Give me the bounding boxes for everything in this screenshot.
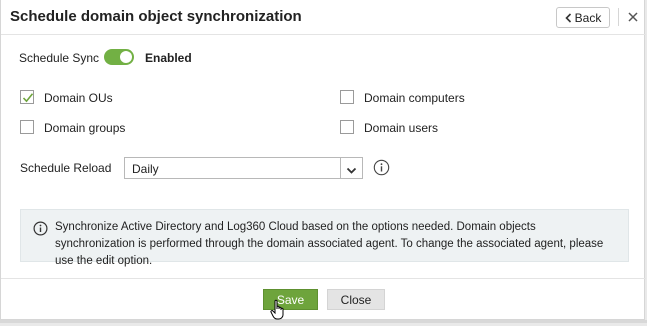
info-icon[interactable]	[373, 159, 390, 181]
save-button[interactable]: Save	[263, 289, 318, 310]
close-icon[interactable]	[625, 7, 641, 27]
toggle-knob	[120, 51, 132, 63]
info-note: Synchronize Active Directory and Log360 …	[20, 209, 629, 267]
domain-computers-checkbox[interactable]	[340, 90, 354, 104]
domain-users-label: Domain users	[364, 121, 439, 135]
schedule-reload-value: Daily	[132, 162, 159, 176]
domain-ous-checkbox[interactable]	[20, 90, 34, 104]
close-button[interactable]: Close	[327, 289, 385, 310]
dialog-title: Schedule domain object synchronization	[10, 8, 302, 25]
checkmark-icon	[22, 93, 34, 103]
info-note-text: Synchronize Active Directory and Log360 …	[55, 221, 604, 267]
domain-groups-label: Domain groups	[44, 121, 126, 135]
schedule-reload-select[interactable]: Daily	[124, 157, 363, 179]
schedule-sync-toggle[interactable]	[104, 49, 134, 65]
info-icon	[33, 221, 48, 241]
chevron-down-icon	[346, 163, 357, 181]
select-divider	[340, 158, 341, 178]
back-button[interactable]: Back	[556, 7, 610, 28]
footer-divider	[1, 278, 646, 279]
schedule-sync-dialog: Schedule domain object synchronization B…	[0, 0, 646, 320]
domain-users-checkbox[interactable]	[340, 120, 354, 134]
domain-ous-label: Domain OUs	[44, 91, 113, 105]
schedule-reload-label: Schedule Reload	[20, 161, 112, 175]
header-divider	[618, 8, 619, 26]
dialog-header: Schedule domain object synchronization B…	[1, 0, 646, 35]
schedule-sync-label: Schedule Sync	[19, 51, 100, 65]
chevron-left-icon	[565, 12, 572, 23]
schedule-sync-state: Enabled	[145, 51, 192, 65]
back-button-label: Back	[574, 10, 602, 25]
domain-groups-checkbox[interactable]	[20, 120, 34, 134]
domain-computers-label: Domain computers	[364, 91, 465, 105]
